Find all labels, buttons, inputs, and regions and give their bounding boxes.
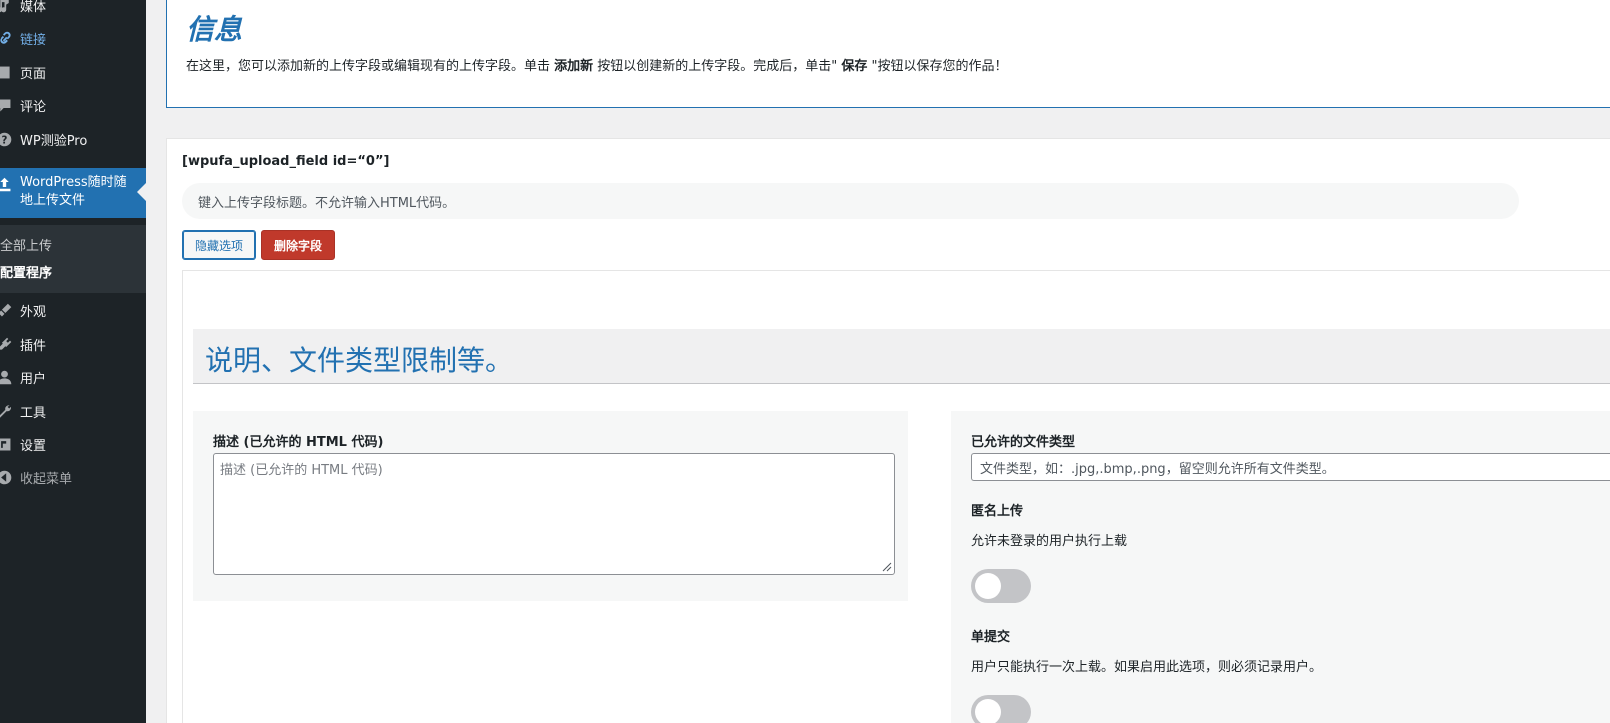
sidebar-item-label: WordPress随时随地上传文件: [20, 175, 127, 208]
svg-text:?: ?: [1, 135, 7, 146]
settings-icon: [0, 434, 14, 454]
sidebar-item-links[interactable]: 链接: [0, 21, 146, 55]
filetypes-input[interactable]: 文件类型，如：.jpg,.bmp,.png，留空则允许所有文件类型。: [971, 453, 1610, 481]
info-box: 信息 在这里，您可以添加新的上传字段或编辑现有的上传字段。单击 添加新 按钮以创…: [166, 0, 1610, 108]
resize-grip-icon[interactable]: [880, 560, 892, 572]
sidebar-item-label: 插件: [20, 338, 47, 354]
sidebar-item-media[interactable]: 媒体: [0, 0, 146, 22]
sidebar-item-label: 用户: [20, 371, 47, 387]
sidebar-item-label: 工具: [20, 405, 47, 421]
filetypes-placeholder: 文件类型，如：.jpg,.bmp,.png，留空则允许所有文件类型。: [980, 461, 1335, 477]
info-title: 信息: [186, 13, 243, 46]
sidebar-item-label: 外观: [20, 304, 47, 320]
user-icon: [0, 367, 14, 387]
description-label: 描述 (已允许的 HTML 代码): [213, 435, 384, 450]
toggle-knob: [975, 573, 1001, 599]
info-text-part: 在这里，您可以添加新的上传字段或编辑现有的上传字段。单击: [186, 59, 555, 74]
sidebar-item-wp-quiz[interactable]: ? WP测验Pro: [0, 122, 146, 156]
field-title-input[interactable]: 键入上传字段标题。不允许输入HTML代码。: [182, 183, 1519, 219]
options-section-header: 说明、文件类型限制等。: [193, 329, 1610, 384]
field-options: 说明、文件类型限制等。 描述 (已允许的 HTML 代码) 描述 (已允许的 H…: [182, 270, 1610, 723]
file-options-card: 已允许的文件类型 文件类型，如：.jpg,.bmp,.png，留空则允许所有文件…: [951, 411, 1610, 723]
sidebar-item-users[interactable]: 用户: [0, 360, 146, 394]
sidebar-item-appearance[interactable]: 外观: [0, 293, 146, 327]
plugin-icon: [0, 334, 14, 354]
sidebar-item-upload-files[interactable]: WordPress随时随地上传文件: [0, 168, 146, 218]
info-save-keyword: 保存: [841, 59, 868, 74]
help-icon: ?: [0, 129, 14, 149]
anonymous-upload-toggle[interactable]: [971, 569, 1031, 603]
description-textarea[interactable]: 描述 (已允许的 HTML 代码): [213, 453, 895, 575]
link-icon: [0, 28, 14, 48]
upload-icon: [0, 174, 14, 194]
description-card: 描述 (已允许的 HTML 代码) 描述 (已允许的 HTML 代码): [193, 411, 908, 601]
comment-icon: [0, 95, 14, 115]
submenu-item-configure[interactable]: 配置程序: [0, 262, 52, 281]
single-submit-label: 单提交: [971, 630, 1011, 645]
toggle-knob: [975, 699, 1001, 723]
sidebar-submenu: 全部上传 配置程序: [0, 225, 146, 293]
sidebar-item-label: 收起菜单: [20, 471, 73, 487]
anonymous-upload-desc: 允许未登录的用户执行上载: [971, 534, 1128, 549]
single-submit-toggle[interactable]: [971, 695, 1031, 723]
info-text-part: "按钮以保存您的作品！: [867, 59, 1008, 74]
delete-field-button[interactable]: 删除字段: [261, 230, 335, 260]
sidebar-item-pages[interactable]: 页面: [0, 55, 146, 89]
sidebar-item-tools[interactable]: 工具: [0, 394, 146, 428]
info-text-part: 按钮以创建新的上传字段。完成后，单击": [593, 59, 842, 74]
submenu-item-all-uploads[interactable]: 全部上传: [0, 235, 52, 254]
admin-sidebar: 媒体 链接 页面 评论 ? WP测验Pro WordPress随时随地上传文件 …: [0, 0, 146, 723]
brush-icon: [0, 300, 14, 320]
page-icon: [0, 62, 14, 82]
sidebar-item-label: 链接: [20, 32, 47, 48]
filetypes-label: 已允许的文件类型: [971, 435, 1076, 450]
sidebar-item-plugins[interactable]: 插件: [0, 327, 146, 361]
sidebar-collapse-menu[interactable]: 收起菜单: [0, 460, 146, 494]
collapse-icon: [0, 467, 14, 487]
field-shortcode: [wpufa_upload_field id=“0”]: [182, 154, 390, 169]
anonymous-upload-label: 匿名上传: [971, 504, 1024, 519]
media-icon: [0, 0, 14, 15]
sidebar-item-label: 设置: [20, 438, 47, 454]
info-text: 在这里，您可以添加新的上传字段或编辑现有的上传字段。单击 添加新 按钮以创建新的…: [186, 55, 1008, 74]
upload-field-panel: [wpufa_upload_field id=“0”] 键入上传字段标题。不允许…: [166, 138, 1610, 723]
field-title-placeholder: 键入上传字段标题。不允许输入HTML代码。: [198, 195, 456, 211]
sidebar-item-label: 媒体: [20, 0, 47, 15]
sidebar-item-label: 评论: [20, 99, 47, 115]
sidebar-item-comments[interactable]: 评论: [0, 88, 146, 122]
single-submit-desc: 用户只能执行一次上载。如果启用此选项，则必须记录用户。: [971, 660, 1323, 675]
options-section-title: 说明、文件类型限制等。: [205, 344, 514, 377]
wrench-icon: [0, 401, 14, 421]
sidebar-item-settings[interactable]: 设置: [0, 427, 146, 461]
description-placeholder: 描述 (已允许的 HTML 代码): [220, 463, 383, 478]
info-add-new-keyword: 添加新: [554, 59, 594, 74]
sidebar-item-label: WP测验Pro: [20, 133, 88, 149]
hide-options-button[interactable]: 隐藏选项: [182, 230, 256, 260]
sidebar-item-label: 页面: [20, 66, 47, 82]
